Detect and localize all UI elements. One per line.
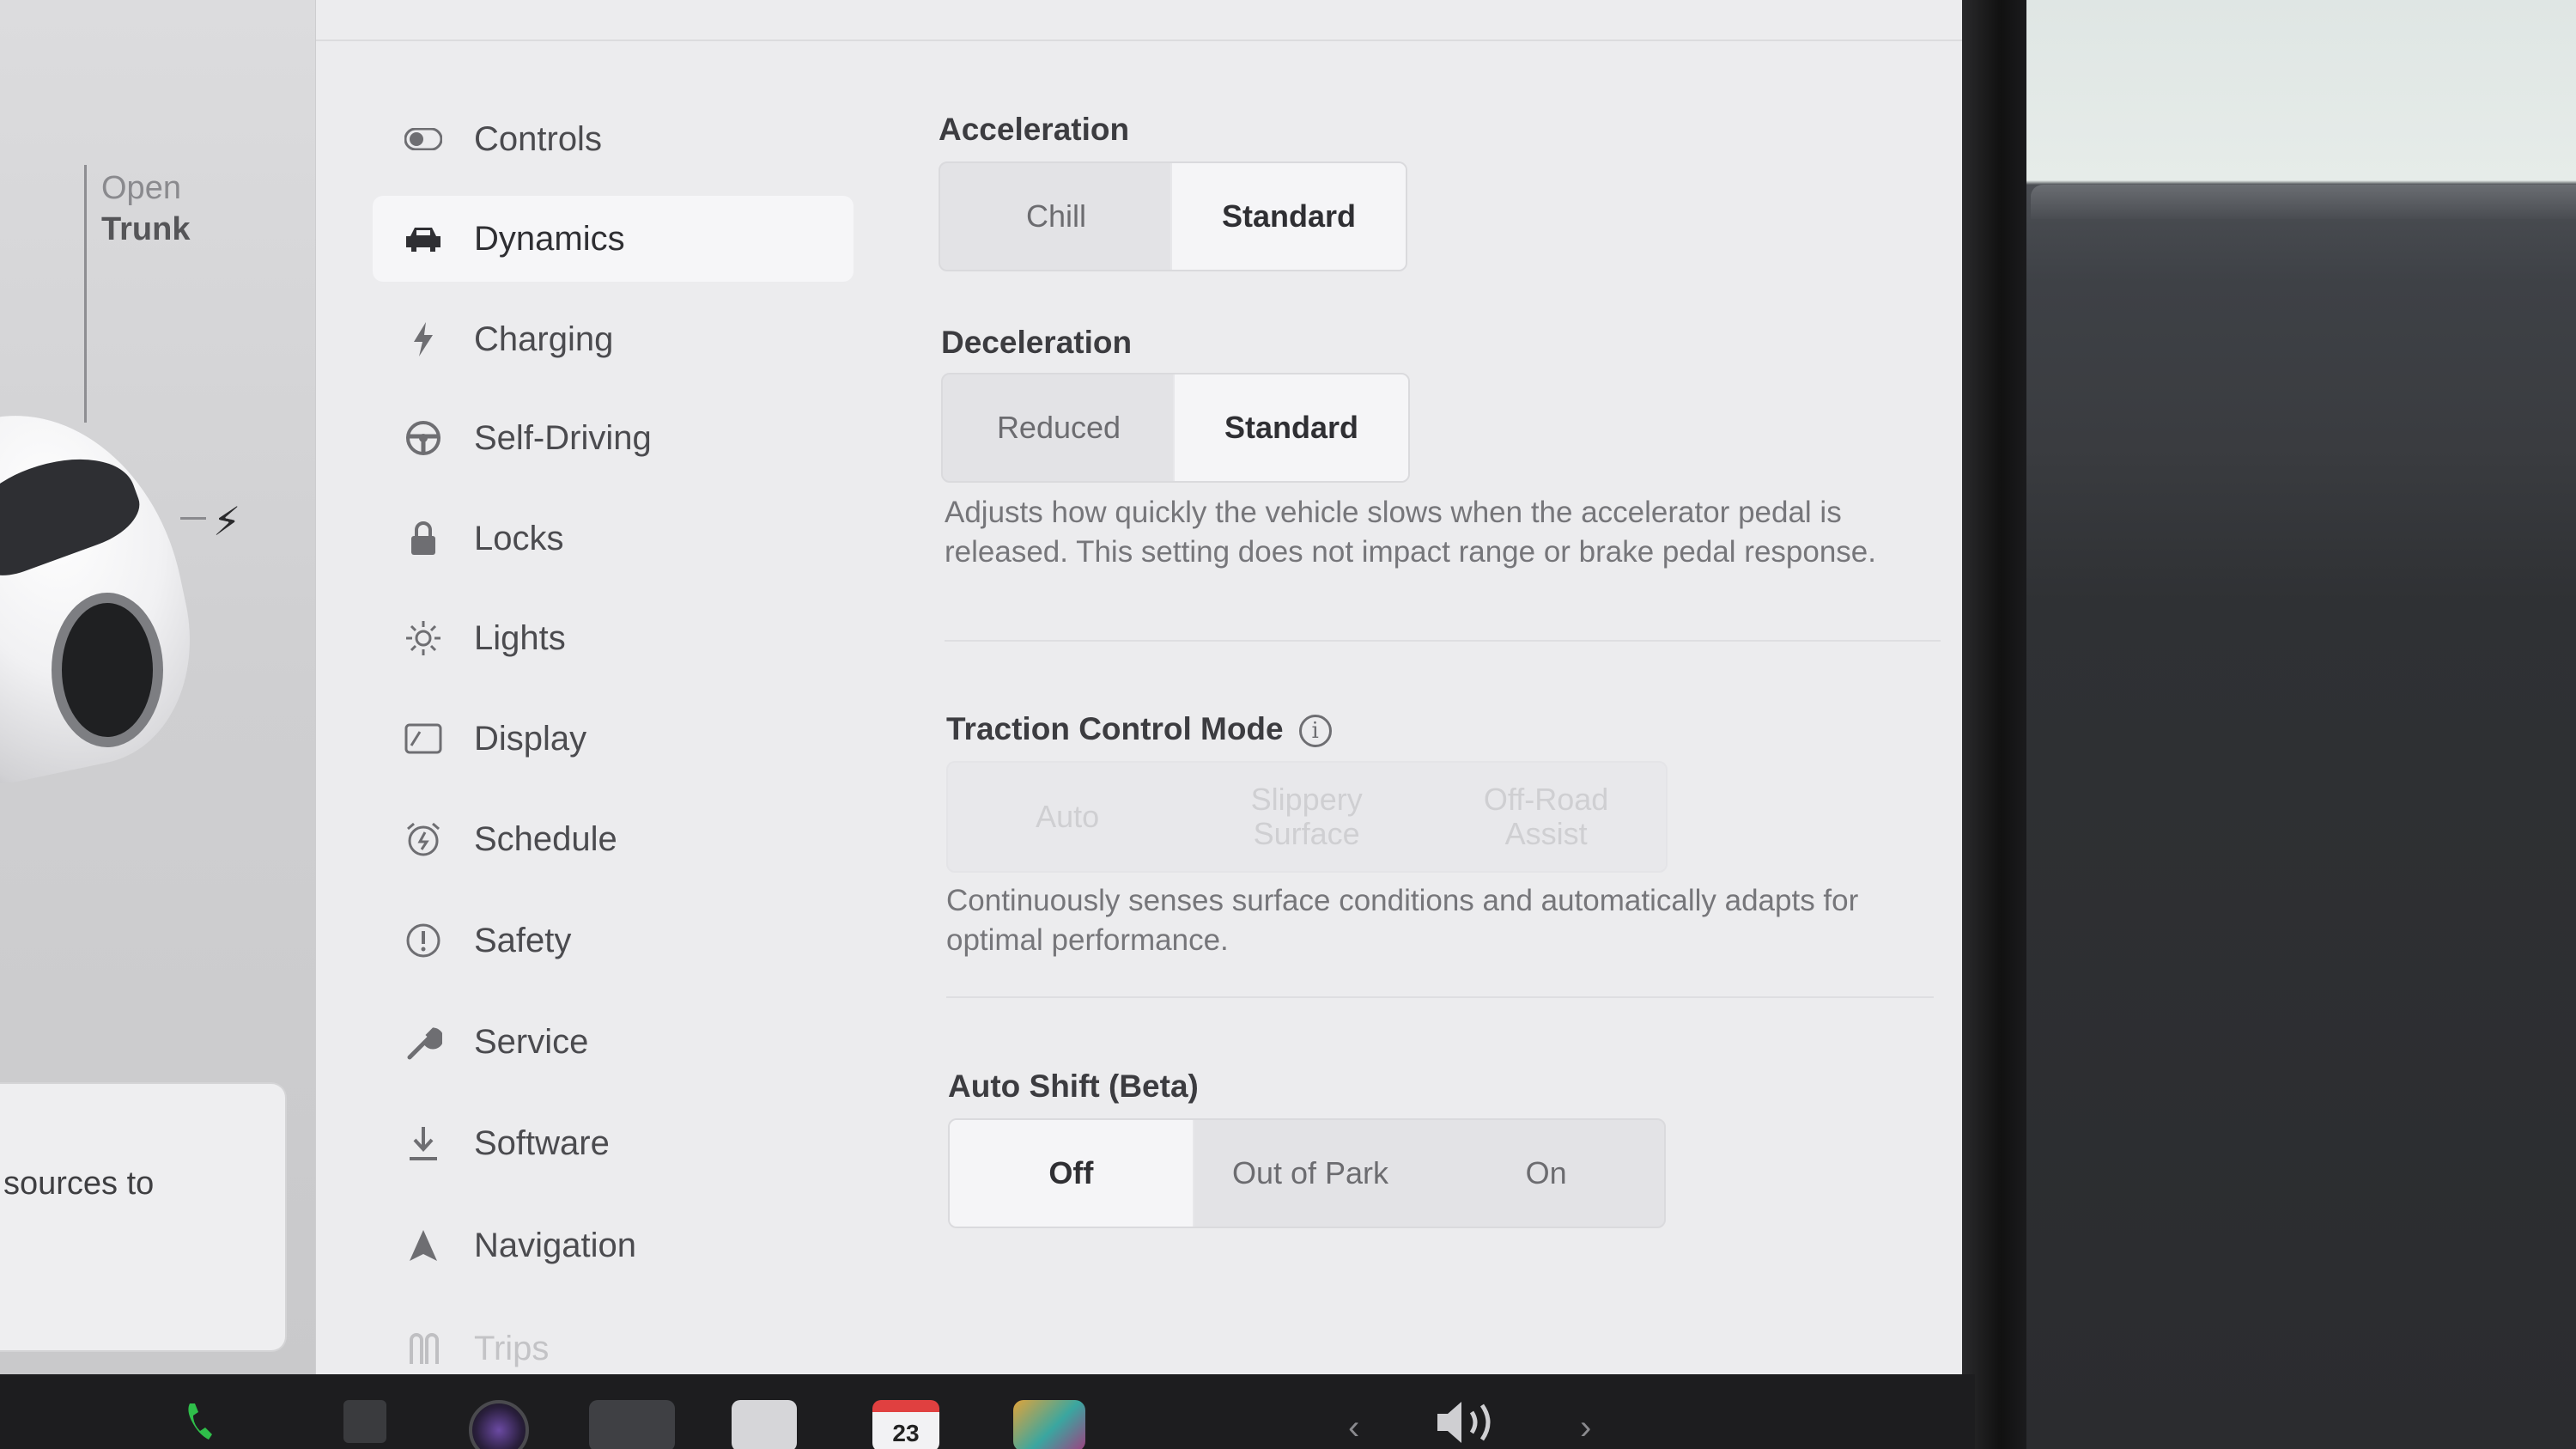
steering-wheel-icon [402,417,445,460]
traction-option-slippery-surface[interactable]: Slippery Surface [1187,763,1426,871]
sidebar-item-service[interactable]: Service [373,999,854,1085]
sidebar-item-label: Navigation [474,1226,637,1264]
open-trunk-button[interactable]: Open Trunk [101,167,190,250]
download-icon [402,1122,445,1165]
sun-icon [402,617,445,660]
sidebar-item-safety[interactable]: Safety [373,898,854,983]
charge-port-line [180,517,206,520]
car-visualization-panel: Open Trunk ⚡ sources to [0,0,316,1374]
volume-icon[interactable] [1434,1398,1511,1446]
sidebar-item-software[interactable]: Software [373,1100,854,1186]
acceleration-title: Acceleration [939,112,1130,147]
traction-control-title-text: Traction Control Mode [946,711,1284,746]
screen-bezel [1962,0,2026,1449]
auto-shift-title: Auto Shift (Beta) [948,1068,1199,1104]
wrench-icon [402,1020,445,1063]
app-launcher-icon[interactable] [1013,1400,1085,1449]
sidebar-item-locks[interactable]: Locks [373,496,854,581]
sidebar-item-label: Safety [474,921,572,959]
acceleration-option-chill[interactable]: Chill [940,163,1172,270]
trunk-label-line1: Open [101,170,181,206]
sidebar-item-label: Software [474,1123,610,1162]
settings-sidebar: Controls Dynamics Charging Self-Driving … [316,0,917,1374]
charge-port-bolt-icon[interactable]: ⚡ [213,498,240,545]
deceleration-description: Adjusts how quickly the vehicle slows wh… [945,496,1876,569]
section-divider [946,996,1934,998]
sidebar-item-label: Controls [474,119,602,158]
sidebar-item-dynamics[interactable]: Dynamics [373,196,854,282]
bolt-icon [402,318,445,361]
sidebar-item-controls[interactable]: Controls [373,96,854,182]
info-icon[interactable]: i [1298,715,1332,748]
sidebar-item-label: Schedule [474,819,617,858]
traction-control-description: Continuously senses surface conditions a… [946,884,1859,957]
acceleration-option-standard[interactable]: Standard [1172,163,1406,270]
trunk-indicator-line [84,165,87,423]
traction-control-title: Traction Control Mode i [946,711,1332,748]
sidebar-item-self-driving[interactable]: Self-Driving [373,395,854,481]
sidebar-item-label: Trips [474,1329,550,1367]
traction-option-off-road-assist[interactable]: Off-Road Assist [1426,763,1666,871]
deceleration-selector: Reduced Standard [941,373,1410,483]
lock-icon [402,517,445,560]
taskbar: 23 ‹ › [0,1374,1975,1449]
toybox-icon[interactable] [589,1400,675,1449]
sidebar-item-label: Charging [474,320,614,358]
sidebar-item-display[interactable]: Display [373,696,854,782]
deceleration-title: Deceleration [941,325,1133,360]
auto-shift-option-on[interactable]: On [1428,1120,1664,1227]
sidebar-item-label: Locks [474,519,564,557]
notification-text: sources to [3,1166,155,1202]
deceleration-option-standard[interactable]: Standard [1175,374,1408,481]
sidebar-item-charging[interactable]: Charging [373,296,854,382]
sidebar-item-label: Self-Driving [474,418,652,457]
car-icon [402,217,445,260]
car-wheel [52,593,163,747]
sidebar-item-label: Service [474,1022,589,1061]
touchscreen: Open Trunk ⚡ sources to Controls Dynamic… [0,0,1996,1374]
sidebar-item-label: Lights [474,618,566,657]
alarm-clock-icon [402,818,445,861]
deceleration-option-reduced[interactable]: Reduced [943,374,1175,481]
sidebar-item-label: Display [474,719,587,758]
auto-shift-option-out-of-park[interactable]: Out of Park [1193,1120,1429,1227]
acceleration-selector: Chill Standard [939,161,1407,271]
sidebar-item-label: Dynamics [474,219,625,258]
volume-down-chevron-icon[interactable]: ‹ [1348,1409,1359,1447]
sidebar-item-schedule[interactable]: Schedule [373,796,854,882]
notification-card[interactable]: sources to [0,1084,285,1350]
traction-control-selector: Auto Slippery Surface Off-Road Assist [946,761,1668,873]
calendar-icon[interactable]: 23 [872,1400,939,1449]
traction-option-auto[interactable]: Auto [948,763,1187,871]
section-divider [945,640,1941,642]
dashboard-edge [2031,185,2576,219]
auto-shift-option-off[interactable]: Off [950,1120,1193,1227]
trips-icon [402,1327,445,1370]
volume-up-chevron-icon[interactable]: › [1580,1409,1591,1447]
navigation-arrow-icon [402,1224,445,1267]
toggle-icon [402,118,445,161]
dynamics-settings-panel: Acceleration Chill Standard Deceleration… [316,0,1996,1374]
top-divider [316,40,1996,41]
sidebar-item-trips[interactable]: Trips [373,1306,854,1374]
trunk-label-line2: Trunk [101,211,191,247]
phone-icon[interactable] [185,1400,214,1443]
auto-shift-selector: Off Out of Park On [948,1118,1666,1228]
alert-circle-icon [402,919,445,962]
manual-icon[interactable] [732,1400,797,1449]
camera-icon[interactable] [469,1400,529,1449]
sidebar-item-lights[interactable]: Lights [373,595,854,681]
music-icon[interactable] [343,1400,386,1443]
sidebar-item-navigation[interactable]: Navigation [373,1202,854,1288]
display-icon [402,717,445,760]
